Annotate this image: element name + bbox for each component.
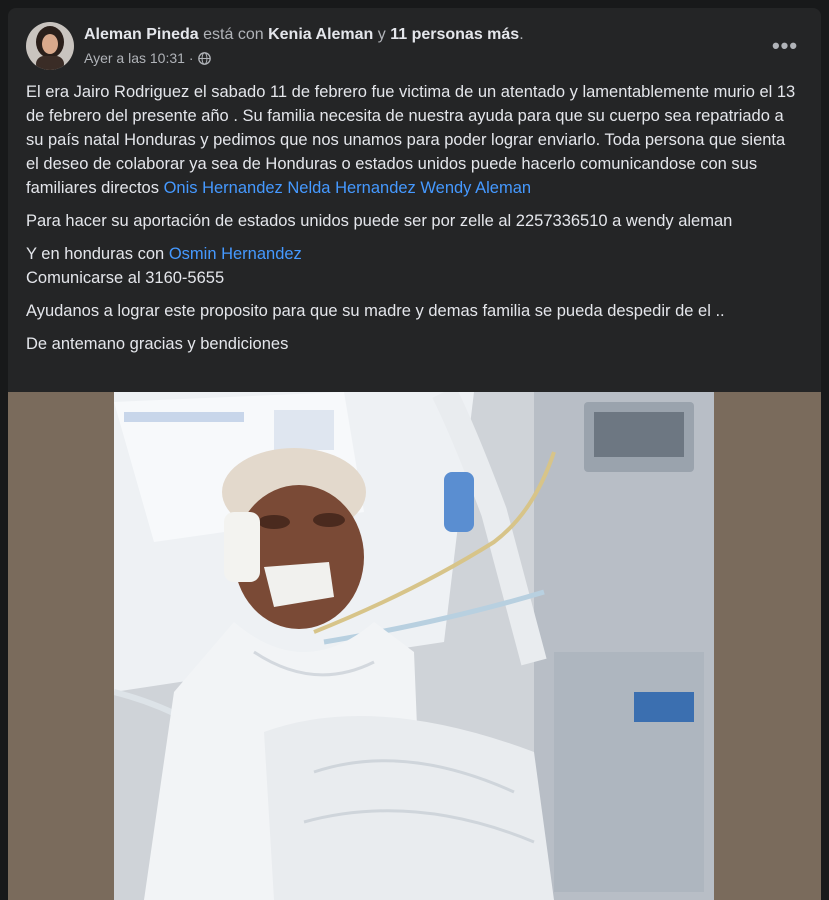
and-text: y [377,26,386,43]
avatar-photo [26,22,74,70]
post-body: El era Jairo Rodriguez el sabado 11 de f… [26,80,798,365]
with-text: está con [203,26,264,43]
others-link[interactable]: 11 personas más [390,26,519,43]
tagged-person[interactable]: Kenia Aleman [268,26,373,43]
hospital-bed-photo [114,392,714,900]
more-options-icon[interactable]: ••• [767,28,803,64]
post-photo[interactable] [114,392,714,900]
paragraph-5: De antemano gracias y bendiciones [26,335,289,353]
family-contacts-link[interactable]: Onis Hernandez Nelda Hernandez Wendy Ale… [164,179,532,197]
post-card: Aleman Pineda está con Kenia Aleman y 11… [8,8,821,900]
post-photo-area [8,392,821,900]
avatar[interactable] [26,22,74,70]
paragraph-2: Para hacer su aportación de estados unid… [26,212,733,230]
post-meta: Ayer a las 10:31 · [84,50,211,66]
timestamp[interactable]: Ayer a las 10:31 [84,50,185,66]
osmin-hernandez-link[interactable]: Osmin Hernandez [169,245,302,263]
meta-separator: · [188,50,194,66]
globe-icon[interactable] [197,51,211,65]
paragraph-3-text: Y en honduras con [26,245,165,263]
paragraph-4: Ayudanos a lograr este proposito para qu… [26,302,725,320]
author-name[interactable]: Aleman Pineda [84,26,199,43]
contact-phone: Comunicarse al 3160-5655 [26,269,225,287]
period: . [519,26,524,43]
author-line: Aleman Pineda está con Kenia Aleman y 11… [84,26,524,44]
paragraph-3: Y en honduras con Osmin Hernandez Comuni… [26,242,798,290]
post-header: Aleman Pineda está con Kenia Aleman y 11… [26,22,803,70]
paragraph-1: El era Jairo Rodriguez el sabado 11 de f… [26,80,798,200]
